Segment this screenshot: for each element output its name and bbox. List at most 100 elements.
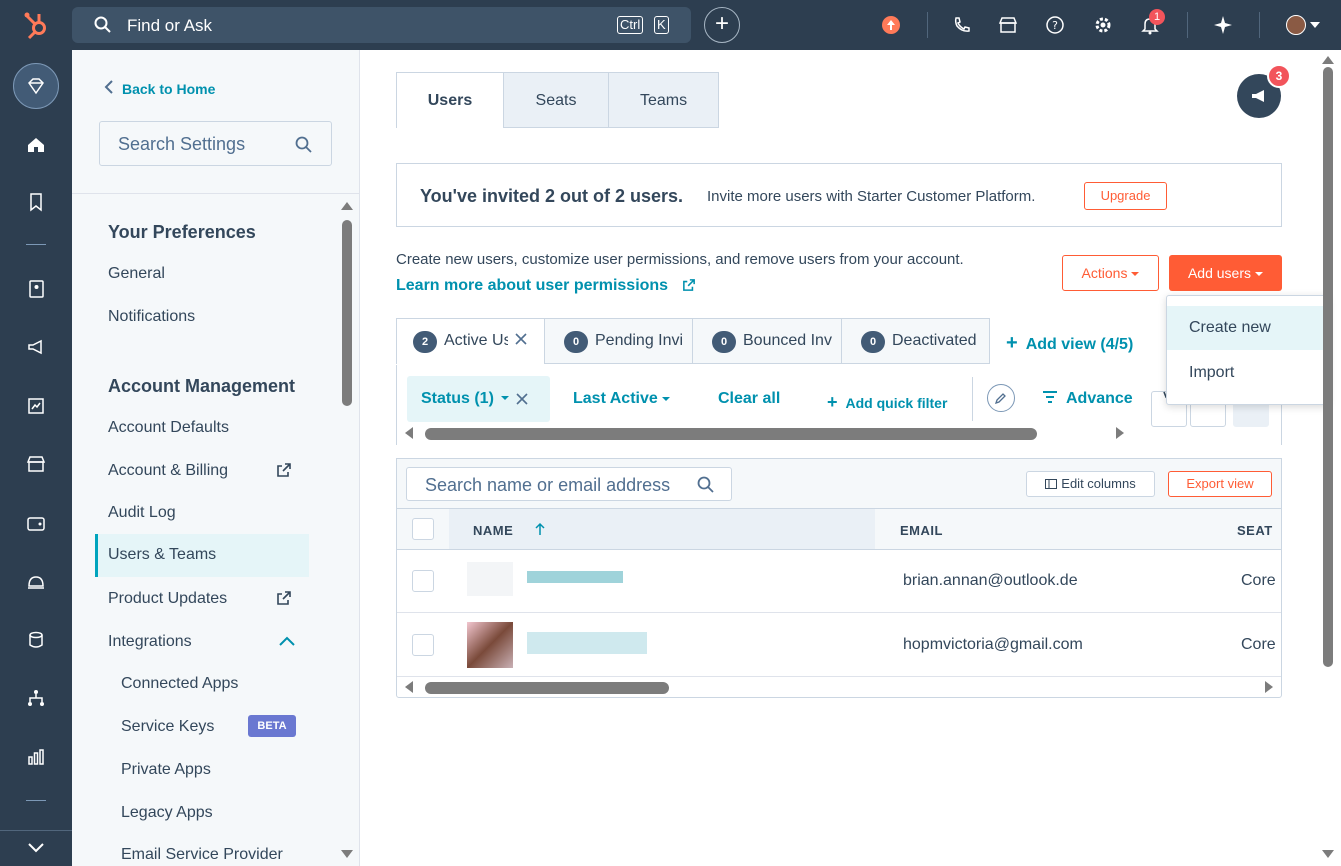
clear-all-filters-link[interactable]: Clear all <box>718 390 780 408</box>
sidebar-item-account-defaults[interactable]: Account Defaults <box>108 419 229 437</box>
nav-expand-toggle[interactable] <box>0 830 72 866</box>
sidebar-item-email-service-provider[interactable]: Email Service Provider <box>121 846 283 864</box>
scroll-right-arrow-icon[interactable] <box>1265 681 1275 693</box>
back-to-home-link[interactable]: Back to Home <box>102 80 215 97</box>
sort-ascending-arrow-icon[interactable] <box>535 522 545 536</box>
row-checkbox[interactable] <box>412 634 434 656</box>
sidebar-item-legacy-apps[interactable]: Legacy Apps <box>121 804 213 822</box>
settings-search-input[interactable]: Search Settings <box>99 121 332 166</box>
edit-columns-label: Edit columns <box>1061 476 1136 491</box>
select-all-checkbox[interactable] <box>412 518 434 540</box>
add-users-button[interactable]: Add users <box>1169 255 1282 291</box>
column-header-seat[interactable]: SEAT <box>1237 523 1273 538</box>
table-row[interactable]: brian.annan@outlook.de Core <box>397 550 1281 613</box>
scroll-up-arrow-icon[interactable] <box>1322 54 1334 64</box>
column-header-email[interactable]: EMAIL <box>900 523 943 538</box>
notification-count-badge: 1 <box>1149 9 1165 25</box>
bookmark-icon[interactable] <box>26 192 46 212</box>
scroll-right-arrow-icon[interactable] <box>1116 427 1126 439</box>
scroll-left-arrow-icon[interactable] <box>403 427 413 439</box>
chevron-down-icon[interactable] <box>1310 22 1320 28</box>
marketplace-icon[interactable] <box>998 15 1018 35</box>
scroll-down-arrow-icon[interactable] <box>1322 850 1334 860</box>
marketing-megaphone-icon[interactable] <box>26 337 46 357</box>
export-view-button[interactable]: Export view <box>1168 471 1272 497</box>
menu-item-import[interactable]: Import <box>1167 351 1328 395</box>
column-header-name[interactable]: NAME <box>473 523 513 538</box>
tab-teams[interactable]: Teams <box>608 72 719 128</box>
sidebar-item-integrations[interactable]: Integrations <box>108 633 192 651</box>
tab-users[interactable]: Users <box>396 72 504 128</box>
add-users-label: Add users <box>1187 265 1252 281</box>
sidebar-item-audit-log[interactable]: Audit Log <box>108 504 176 522</box>
help-icon[interactable]: ? <box>1045 15 1065 35</box>
global-search-input[interactable]: Find or Ask Ctrl K <box>72 7 691 43</box>
chevron-up-icon[interactable] <box>278 632 296 650</box>
edit-filters-button[interactable] <box>987 384 1015 412</box>
filter-scrollbar-thumb[interactable] <box>425 428 1037 440</box>
add-view-button[interactable]: + Add view (4/5) <box>1006 332 1133 355</box>
user-name-redacted[interactable] <box>527 571 623 583</box>
settings-gear-icon[interactable] <box>1093 15 1113 35</box>
service-bell-icon[interactable] <box>26 571 46 591</box>
sidebar-item-users-teams[interactable]: Users & Teams <box>95 534 309 577</box>
upgrade-button[interactable]: Upgrade <box>1084 182 1167 210</box>
view-tab-deactivated[interactable]: 0 Deactivated <box>841 318 990 364</box>
menu-item-create-new[interactable]: Create new <box>1167 306 1328 350</box>
sidebar-item-connected-apps[interactable]: Connected Apps <box>121 675 238 693</box>
content-icon[interactable] <box>26 396 46 416</box>
user-search-input[interactable]: Search name or email address <box>406 467 732 501</box>
sidebar-scrollbar[interactable] <box>341 202 353 860</box>
table-scrollbar-thumb[interactable] <box>425 682 669 694</box>
phone-icon[interactable] <box>952 15 972 35</box>
broadcast-button[interactable]: 3 <box>1237 64 1291 118</box>
view-tab-active-users[interactable]: 2 Active Us <box>396 318 545 364</box>
edit-columns-button[interactable]: Edit columns <box>1026 471 1155 497</box>
tab-seats[interactable]: Seats <box>503 72 609 128</box>
scroll-up-arrow-icon[interactable] <box>341 200 353 210</box>
sidebar-item-product-updates[interactable]: Product Updates <box>108 590 227 608</box>
ai-sparkle-icon[interactable] <box>1213 15 1233 35</box>
sidebar-scrollbar-thumb[interactable] <box>342 220 352 406</box>
view-tab-pending-invites[interactable]: 0 Pending Invi <box>544 318 693 364</box>
view-tab-bounced-invites[interactable]: 0 Bounced Inv <box>692 318 842 364</box>
reports-bar-chart-icon[interactable] <box>26 747 46 767</box>
sidebar-item-account-billing[interactable]: Account & Billing <box>108 462 228 480</box>
scroll-left-arrow-icon[interactable] <box>403 681 413 693</box>
back-to-home-label: Back to Home <box>122 81 216 97</box>
last-active-filter[interactable]: Last Active <box>573 390 670 408</box>
nav-item-favorites-active[interactable] <box>13 63 59 109</box>
upgrade-arrow-icon[interactable] <box>881 15 901 35</box>
sidebar-item-general[interactable]: General <box>108 265 165 283</box>
add-quick-filter-button[interactable]: + Add quick filter <box>827 392 947 413</box>
sidebar-item-service-keys[interactable]: Service Keys <box>121 718 214 736</box>
advanced-filters-button[interactable]: Advance <box>1042 390 1133 408</box>
row-checkbox[interactable] <box>412 570 434 592</box>
status-filter-chip[interactable]: Status (1) <box>407 376 550 422</box>
sidebar-divider <box>72 193 359 194</box>
filter-horizontal-scrollbar[interactable] <box>403 425 1133 440</box>
contacts-icon[interactable] <box>26 279 46 299</box>
learn-more-permissions-link[interactable]: Learn more about user permissions <box>396 277 695 295</box>
page-scrollbar[interactable] <box>1322 52 1334 862</box>
section-account-management: Account Management <box>108 376 296 396</box>
user-name-redacted[interactable] <box>527 632 647 654</box>
scroll-down-arrow-icon[interactable] <box>341 850 353 860</box>
table-horizontal-scrollbar[interactable] <box>403 679 1277 694</box>
commerce-store-icon[interactable] <box>26 454 46 474</box>
database-icon[interactable] <box>26 630 46 650</box>
sidebar-item-private-apps[interactable]: Private Apps <box>121 761 211 779</box>
sidebar-item-notifications[interactable]: Notifications <box>108 308 195 326</box>
org-structure-icon[interactable] <box>26 688 46 708</box>
actions-button[interactable]: Actions <box>1062 255 1159 291</box>
wallet-icon[interactable] <box>26 513 46 533</box>
create-plus-button[interactable]: + <box>704 7 740 43</box>
table-row[interactable]: hopmvictoria@gmail.com Core <box>397 614 1281 677</box>
hubspot-logo-icon[interactable] <box>22 10 52 40</box>
page-scrollbar-thumb[interactable] <box>1323 67 1333 667</box>
user-avatar[interactable] <box>1286 15 1306 35</box>
users-table: Search name or email address Edit column… <box>396 458 1282 698</box>
close-icon[interactable] <box>515 392 529 406</box>
close-icon[interactable] <box>514 332 528 346</box>
home-icon[interactable] <box>26 135 46 155</box>
